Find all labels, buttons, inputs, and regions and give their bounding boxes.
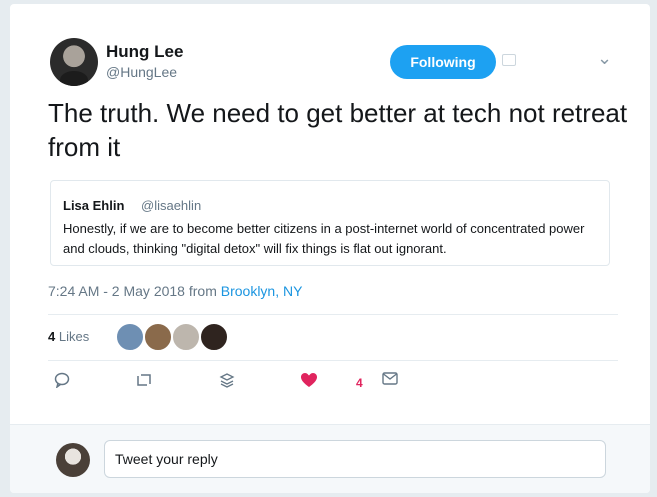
tweet-card: Hung Lee @HungLee Following ⌄ The truth.… <box>10 4 650 493</box>
quoted-author-name: Lisa Ehlin <box>63 198 125 213</box>
liker-avatar[interactable] <box>115 322 145 352</box>
user-avatar[interactable] <box>56 443 90 477</box>
timestamp-text: 7:24 AM - 2 May 2018 from <box>48 283 217 299</box>
mail-icon[interactable] <box>382 372 398 386</box>
tweet-actions: 4 <box>48 372 618 396</box>
reply-icon[interactable] <box>54 372 70 388</box>
liker-avatar[interactable] <box>171 322 201 352</box>
divider <box>48 314 618 315</box>
author-name[interactable]: Hung Lee <box>106 42 183 62</box>
reply-input[interactable] <box>104 440 606 478</box>
reply-area <box>10 424 650 493</box>
heart-icon[interactable] <box>300 372 318 388</box>
stack-icon[interactable] <box>219 372 235 388</box>
location-link[interactable]: Brooklyn, NY <box>221 283 303 299</box>
tweet-header: Hung Lee @HungLee Following ⌄ <box>50 38 620 88</box>
liker-avatar[interactable] <box>199 322 229 352</box>
quoted-tweet-text: Honestly, if we are to become better cit… <box>63 221 585 256</box>
tweet-text: The truth. We need to get better at tech… <box>48 98 628 162</box>
likes-count: 4 <box>48 329 56 344</box>
author-avatar[interactable] <box>50 38 98 86</box>
author-handle[interactable]: @HungLee <box>106 64 177 80</box>
likes-label: Likes <box>58 329 90 344</box>
tweet-timestamp: 7:24 AM - 2 May 2018 from Brooklyn, NY <box>48 283 302 299</box>
divider <box>48 360 618 361</box>
quoted-tweet[interactable]: Lisa Ehlin @lisaehlin Honestly, if we ar… <box>50 180 610 266</box>
caret-down-icon[interactable]: ⌄ <box>597 48 612 69</box>
like-count: 4 <box>356 376 363 390</box>
quoted-author-handle: @lisaehlin <box>141 198 202 213</box>
retweet-icon[interactable] <box>135 372 153 388</box>
following-button[interactable]: Following <box>390 45 496 79</box>
liker-avatar[interactable] <box>143 322 173 352</box>
likes-summary[interactable]: 4 Likes <box>48 329 89 344</box>
dm-icon[interactable] <box>502 54 516 66</box>
